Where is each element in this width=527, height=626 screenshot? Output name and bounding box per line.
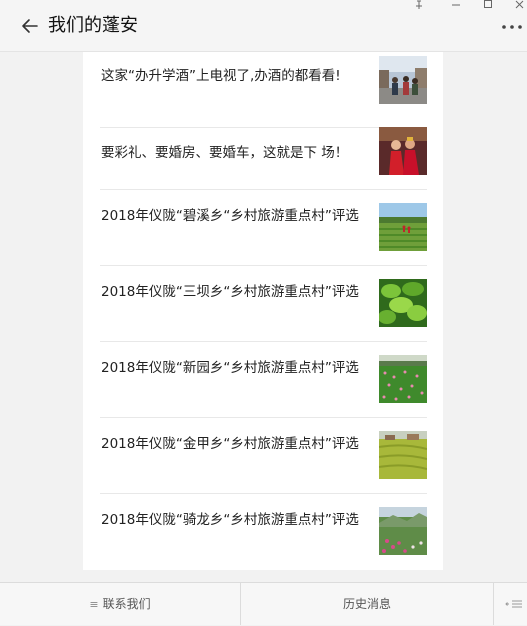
wedding-photo bbox=[379, 127, 427, 175]
tea-field-photo bbox=[379, 203, 427, 251]
article-title: 2018年仪陇“金甲乡“乡村旅游重点村”评选 bbox=[101, 436, 359, 452]
page-title: 我们的蓬安 bbox=[48, 15, 138, 36]
street-crowd-photo bbox=[379, 56, 427, 104]
more-options-icon[interactable] bbox=[500, 22, 524, 32]
back-arrow-icon[interactable] bbox=[20, 16, 40, 36]
history-messages-label: 历史消息 bbox=[342, 597, 391, 611]
contact-us-menu[interactable]: ≡ 联系我们 bbox=[0, 583, 240, 625]
keyboard-switch-icon[interactable] bbox=[505, 598, 523, 610]
article-title: 2018年仪陇“三坝乡“乡村旅游重点村”评选 bbox=[101, 284, 359, 300]
flower-field-photo bbox=[379, 355, 427, 403]
bottom-menu-bar: ≡ 联系我们 历史消息 bbox=[0, 582, 527, 625]
green-leaves-photo bbox=[379, 279, 427, 327]
article-item[interactable]: 2018年仪陇“金甲乡“乡村旅游重点村”评选 bbox=[100, 418, 427, 494]
article-item[interactable]: 2018年仪陇“碧溪乡“乡村旅游重点村”评选 bbox=[100, 190, 427, 266]
pin-icon[interactable] bbox=[412, 0, 426, 10]
article-title: 要彩礼、要婚房、要婚车，这就是下 场！ bbox=[101, 145, 349, 161]
close-icon[interactable] bbox=[513, 0, 527, 10]
history-messages-menu[interactable]: 历史消息 bbox=[241, 583, 493, 625]
village-field-photo bbox=[379, 431, 427, 479]
article-item[interactable]: 2018年仪陇“三坝乡“乡村旅游重点村”评选 bbox=[100, 266, 427, 342]
article-title: 2018年仪陇“骑龙乡“乡村旅游重点村”评选 bbox=[101, 512, 359, 528]
hillside-flowers-photo bbox=[379, 507, 427, 555]
submenu-lines-icon: ≡ bbox=[89, 598, 99, 611]
minimize-icon[interactable] bbox=[449, 0, 463, 10]
article-item[interactable]: 要彩礼、要婚房、要婚车，这就是下 场！ bbox=[100, 114, 427, 190]
article-title: 这家“办升学酒”上电视了,办酒的都看看! bbox=[101, 68, 341, 84]
article-list: 这家“办升学酒”上电视了,办酒的都看看! 要彩礼、要婚房、要婚车，这就是下 场！ bbox=[83, 52, 443, 570]
article-item[interactable]: 2018年仪陇“新园乡“乡村旅游重点村”评选 bbox=[100, 342, 427, 418]
maximize-icon[interactable] bbox=[481, 0, 495, 10]
article-title: 2018年仪陇“新园乡“乡村旅游重点村”评选 bbox=[101, 360, 359, 376]
contact-us-label: 联系我们 bbox=[102, 597, 151, 611]
title-bar: 我们的蓬安 bbox=[0, 0, 527, 52]
article-title: 2018年仪陇“碧溪乡“乡村旅游重点村”评选 bbox=[101, 208, 359, 224]
menu-divider bbox=[493, 583, 494, 625]
article-item[interactable]: 2018年仪陇“骑龙乡“乡村旅游重点村”评选 bbox=[100, 494, 427, 570]
